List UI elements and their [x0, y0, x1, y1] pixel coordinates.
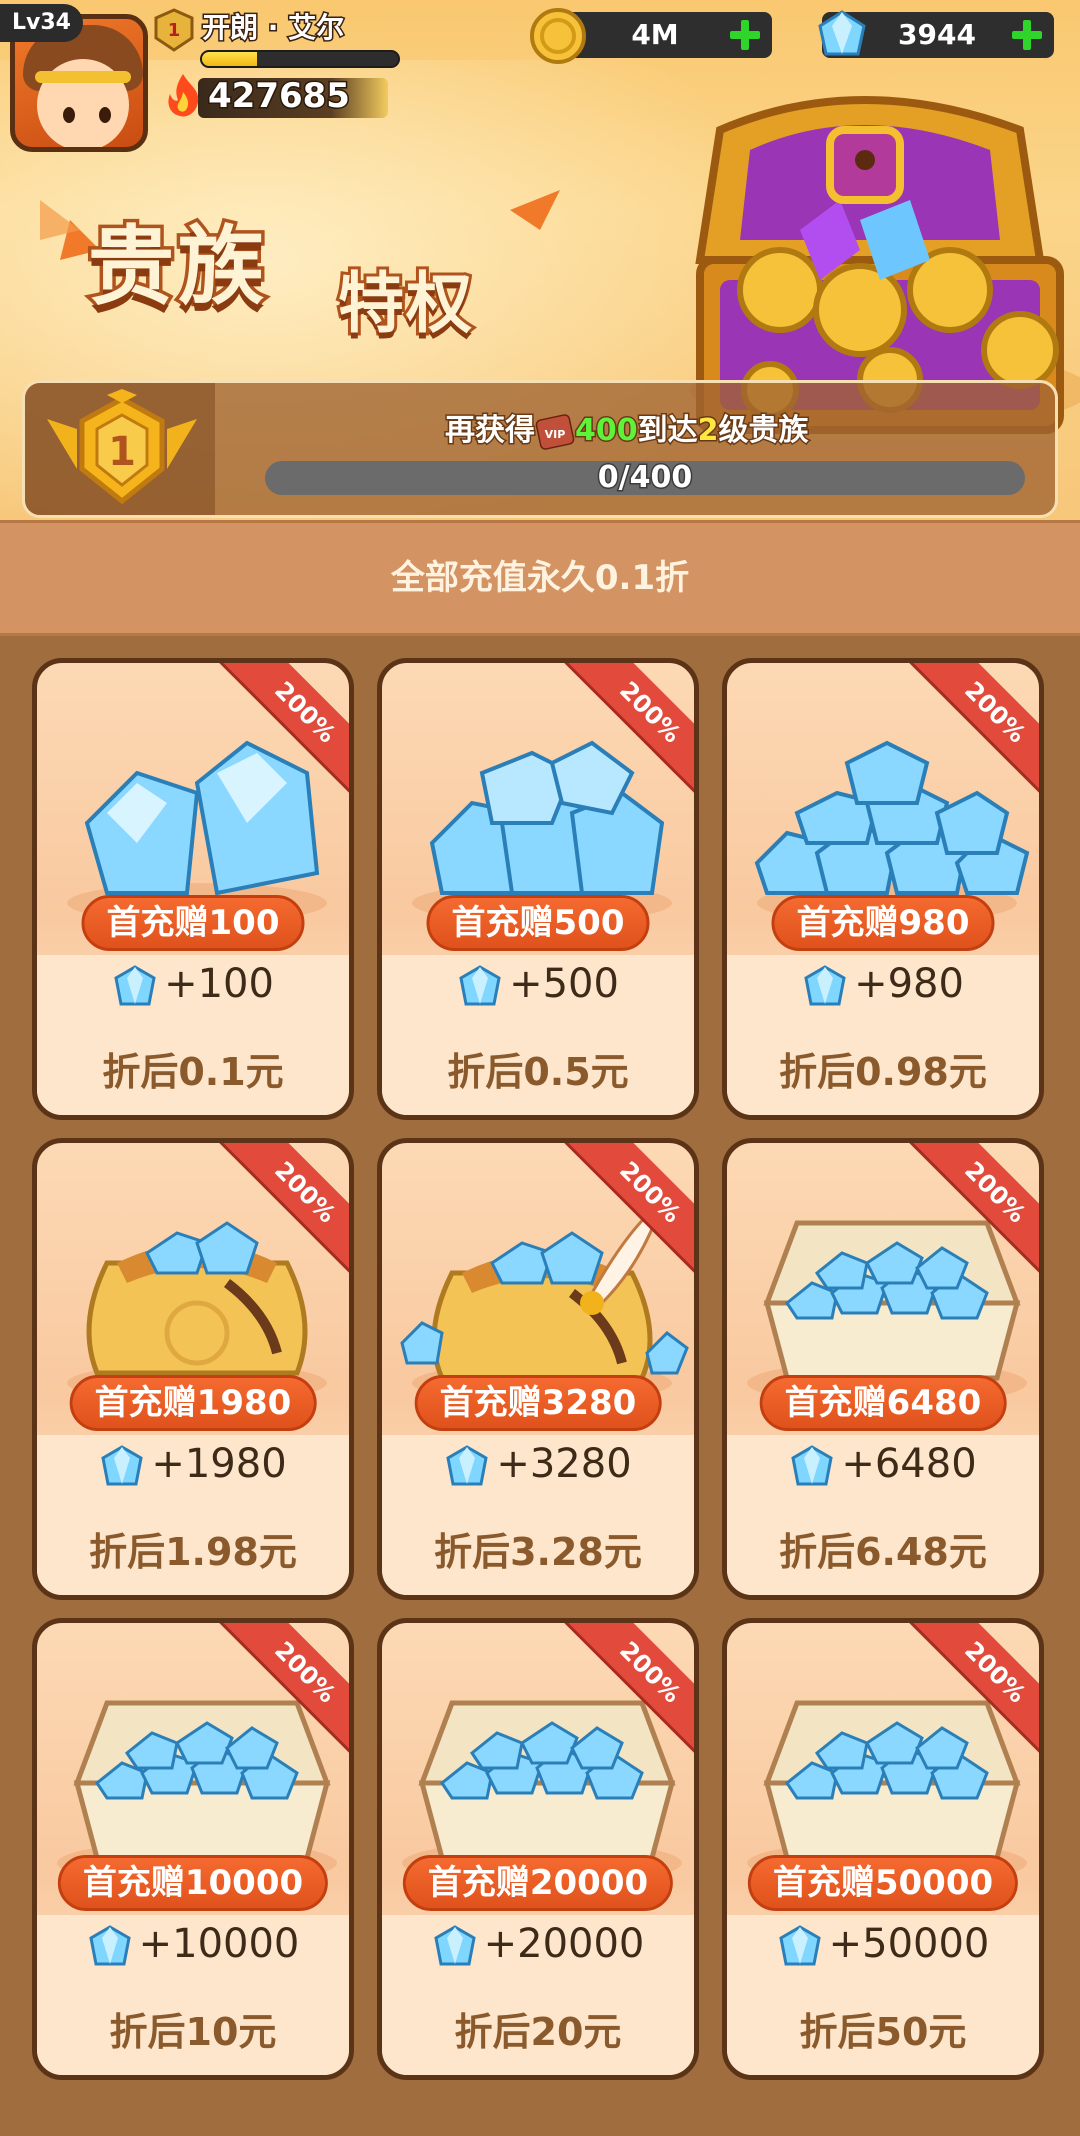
gem-reward: +500: [382, 961, 694, 1008]
gem-amount: 3944: [898, 18, 976, 51]
gem-reward: +1980: [37, 1441, 349, 1488]
pack-price[interactable]: 折后1.98元: [37, 1521, 349, 1576]
first-recharge-bonus-label: 首充赠1980: [69, 1375, 317, 1431]
recharge-pack-card[interactable]: 200% 首充赠500 +500 折后0.5元: [377, 658, 699, 1120]
gem-icon: [459, 965, 501, 1006]
vip-progress-panel: 1 再获得 VIP 400到达2级贵族 0/400: [22, 380, 1058, 518]
recharge-pack-card[interactable]: 200% 首充赠6480 +6480 折后6.48元: [722, 1138, 1044, 1600]
coin-amount: 4M: [631, 18, 679, 51]
vip-banner: 贵族 特权 Lv34 1 开朗 · 艾尔 427685 4M 3944 1 再获…: [0, 0, 1080, 520]
first-recharge-bonus-label: 首充赠10000: [57, 1855, 329, 1911]
gem-icon: [114, 965, 156, 1006]
vip-badge-icon: 1: [154, 8, 194, 52]
recharge-pack-card[interactable]: 200% 首充赠100 +100 折后0.1元: [32, 658, 354, 1120]
gem-reward-amount: +10000: [138, 1921, 300, 1967]
svg-text:1: 1: [108, 429, 136, 475]
pack-price[interactable]: 折后20元: [382, 2001, 694, 2056]
first-recharge-bonus-label: 首充赠980: [771, 895, 995, 951]
gem-reward: +100: [37, 961, 349, 1008]
gem-reward: +10000: [37, 1921, 349, 1968]
player-level-badge: Lv34: [0, 4, 83, 42]
banner-title-main: 贵族: [85, 214, 268, 321]
pack-price[interactable]: 折后10元: [37, 2001, 349, 2056]
svg-text:VIP: VIP: [545, 428, 566, 441]
first-recharge-bonus-label: 首充赠50000: [747, 1855, 1019, 1911]
player-name: 开朗 · 艾尔: [200, 10, 345, 46]
recharge-grid: 200% 首充赠100 +100 折后0.1元 200% 首充赠500 +500 折后0.5元…: [0, 636, 1080, 2136]
combat-power-value: 427685: [207, 75, 352, 118]
xp-progress-bar: [200, 50, 400, 68]
pack-price[interactable]: 折后0.5元: [382, 1041, 694, 1096]
recharge-pack-card[interactable]: 200% 首充赠20000 +20000 折后20元: [377, 1618, 699, 2080]
gem-reward: +980: [727, 961, 1039, 1008]
gem-reward: +50000: [727, 1921, 1039, 1968]
player-avatar-frame[interactable]: Lv34: [0, 0, 160, 160]
vip-ticket-icon: VIP: [535, 413, 575, 450]
recharge-pack-card[interactable]: 200% 首充赠50000 +50000 折后50元: [722, 1618, 1044, 2080]
vip-upgrade-message: 再获得 VIP 400到达2级贵族: [444, 412, 811, 450]
first-recharge-bonus-label: 首充赠6480: [759, 1375, 1007, 1431]
gem-icon: [791, 1445, 834, 1486]
gem-icon: [804, 965, 846, 1006]
first-recharge-bonus-label: 首充赠500: [426, 895, 650, 951]
svg-text:1: 1: [168, 20, 181, 41]
first-recharge-bonus-label: 首充赠3280: [414, 1375, 662, 1431]
combat-power: 427685: [158, 70, 388, 120]
discount-strip: 全部充值永久0.1折: [0, 520, 1080, 636]
first-recharge-bonus-label: 首充赠20000: [402, 1855, 674, 1911]
pack-price[interactable]: 折后0.98元: [727, 1041, 1039, 1096]
gem-reward: +3280: [382, 1441, 694, 1488]
gem-reward-amount: +20000: [483, 1921, 645, 1967]
gem-reward-amount: +50000: [828, 1921, 990, 1967]
gem-icon: [446, 1445, 489, 1486]
gem-currency: 3944: [818, 10, 1054, 58]
vip-rank-badge-icon: 1: [47, 389, 197, 505]
gem-icon: [433, 1925, 476, 1966]
gem-icon: [818, 10, 866, 56]
gem-reward: +20000: [382, 1921, 694, 1968]
gem-icon: [778, 1925, 821, 1966]
pack-price[interactable]: 折后3.28元: [382, 1521, 694, 1576]
gem-icon: [88, 1925, 131, 1966]
coin-currency: 4M: [530, 8, 772, 64]
recharge-pack-card[interactable]: 200% 首充赠3280 +3280 折后3.28元: [377, 1138, 699, 1600]
gem-reward-amount: +3280: [496, 1441, 632, 1487]
first-recharge-bonus-label: 首充赠100: [81, 895, 305, 951]
gem-reward-amount: +1980: [151, 1441, 287, 1487]
gem-reward-amount: +980: [854, 961, 964, 1007]
gem-reward: +6480: [727, 1441, 1039, 1488]
xp-progress-fill: [202, 52, 257, 66]
gem-reward-amount: +100: [164, 961, 274, 1007]
vip-progress-text: 0/400: [596, 459, 693, 496]
discount-text: 全部充值永久0.1折: [390, 558, 690, 598]
add-gems-button[interactable]: [1010, 18, 1044, 52]
recharge-pack-card[interactable]: 200% 首充赠10000 +10000 折后10元: [32, 1618, 354, 2080]
gem-reward-amount: +500: [509, 961, 619, 1007]
recharge-pack-card[interactable]: 200% 首充赠980 +980 折后0.98元: [722, 658, 1044, 1120]
pack-price[interactable]: 折后50元: [727, 2001, 1039, 2056]
recharge-pack-card[interactable]: 200% 首充赠1980 +1980 折后1.98元: [32, 1138, 354, 1600]
add-coins-button[interactable]: [728, 18, 762, 52]
banner-title-sub: 特权: [335, 262, 475, 345]
coin-icon: [530, 8, 586, 64]
pack-price[interactable]: 折后0.1元: [37, 1041, 349, 1096]
pack-price[interactable]: 折后6.48元: [727, 1521, 1039, 1576]
flame-icon: [168, 74, 199, 117]
gem-reward-amount: +6480: [841, 1441, 977, 1487]
gem-icon: [101, 1445, 144, 1486]
